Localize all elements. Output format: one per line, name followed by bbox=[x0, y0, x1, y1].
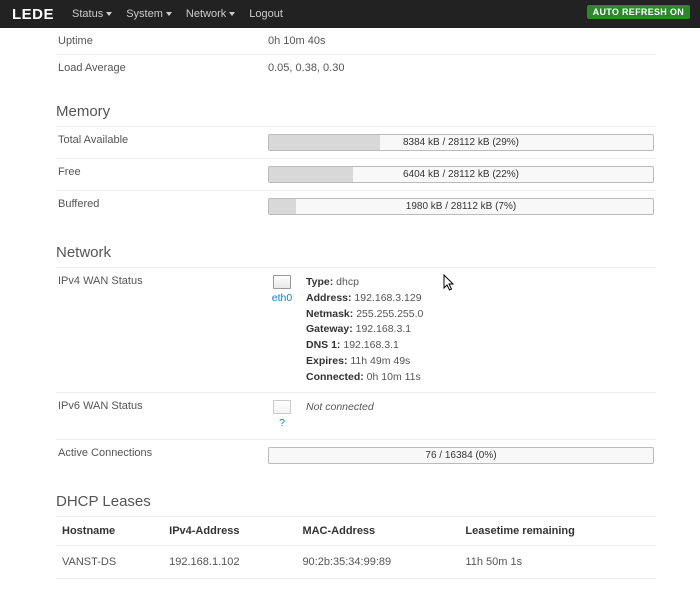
navbar: LEDE Status System Network Logout AUTO R… bbox=[0, 0, 700, 28]
ipv6-wan-label: IPv6 WAN Status bbox=[58, 400, 268, 412]
nav-system-label: System bbox=[126, 8, 163, 20]
nav-network-label: Network bbox=[186, 8, 226, 20]
uptime-value: 0h 10m 40s bbox=[268, 35, 654, 47]
auto-refresh-button[interactable]: AUTO REFRESH ON bbox=[587, 5, 690, 19]
ipv4-details: Type: dhcpAddress: 192.168.3.129Netmask:… bbox=[306, 275, 423, 385]
brand[interactable]: LEDE bbox=[12, 6, 54, 23]
mem-free-label: Free bbox=[58, 166, 268, 178]
chevron-down-icon bbox=[106, 12, 112, 16]
ipv4-detail-line: Netmask: 255.255.255.0 bbox=[306, 307, 423, 323]
nav-status-label: Status bbox=[72, 8, 103, 20]
ipv4-iface: eth0 bbox=[268, 275, 296, 385]
conn-label: Active Connections bbox=[58, 447, 268, 459]
dhcp-th-mac: MAC-Address bbox=[296, 517, 459, 546]
mem-total-label: Total Available bbox=[58, 134, 268, 146]
ipv4-detail-line: Connected: 0h 10m 11s bbox=[306, 370, 423, 386]
dhcp-th-ip: IPv4-Address bbox=[163, 517, 296, 546]
conn-text: 76 / 16384 (0%) bbox=[269, 448, 653, 463]
dhcp-th-lease: Leasetime remaining bbox=[459, 517, 656, 546]
dhcp-th-host: Hostname bbox=[56, 517, 163, 546]
ethernet-icon bbox=[273, 400, 291, 414]
load-label: Load Average bbox=[58, 62, 268, 74]
ipv6-wan-box: ? Not connected bbox=[268, 400, 654, 432]
ipv4-wan-box: eth0 Type: dhcpAddress: 192.168.3.129Net… bbox=[268, 275, 654, 385]
dhcp-cell: 90:2b:35:34:99:89 bbox=[296, 546, 459, 579]
dhcp-cell: VANST-DS bbox=[56, 546, 163, 579]
ipv4-iface-name: eth0 bbox=[272, 292, 292, 304]
dhcp-cell: 11h 50m 1s bbox=[459, 546, 656, 579]
nav-system[interactable]: System bbox=[126, 8, 172, 20]
mem-buffered-text: 1980 kB / 28112 kB (7%) bbox=[269, 199, 653, 214]
ipv6-iface: ? bbox=[268, 400, 296, 432]
memory-heading: Memory bbox=[56, 103, 656, 120]
nav-logout[interactable]: Logout bbox=[249, 8, 283, 20]
nav-network[interactable]: Network bbox=[186, 8, 235, 20]
chevron-down-icon bbox=[166, 12, 172, 16]
mem-free-text: 6404 kB / 28112 kB (22%) bbox=[269, 167, 653, 182]
content: Uptime 0h 10m 40s Load Average 0.05, 0.3… bbox=[0, 28, 700, 609]
ethernet-icon bbox=[273, 275, 291, 289]
dhcp-heading: DHCP Leases bbox=[56, 493, 656, 510]
mem-free-bar: 6404 kB / 28112 kB (22%) bbox=[268, 166, 654, 183]
ipv4-detail-line: Address: 192.168.3.129 bbox=[306, 291, 423, 307]
ipv6-status: Not connected bbox=[306, 400, 374, 432]
ipv6-iface-name: ? bbox=[279, 417, 285, 429]
ipv4-detail-line: DNS 1: 192.168.3.1 bbox=[306, 338, 423, 354]
table-row: VANST-DS192.168.1.10290:2b:35:34:99:8911… bbox=[56, 546, 656, 579]
ipv4-detail-line: Gateway: 192.168.3.1 bbox=[306, 322, 423, 338]
mem-total-text: 8384 kB / 28112 kB (29%) bbox=[269, 135, 653, 150]
load-value: 0.05, 0.38, 0.30 bbox=[268, 62, 654, 74]
network-heading: Network bbox=[56, 244, 656, 261]
nav-logout-label: Logout bbox=[249, 8, 283, 20]
dhcp-table: Hostname IPv4-Address MAC-Address Leaset… bbox=[56, 516, 656, 579]
conn-bar: 76 / 16384 (0%) bbox=[268, 447, 654, 464]
mem-buffered-label: Buffered bbox=[58, 198, 268, 210]
mem-buffered-bar: 1980 kB / 28112 kB (7%) bbox=[268, 198, 654, 215]
mem-total-bar: 8384 kB / 28112 kB (29%) bbox=[268, 134, 654, 151]
ipv4-detail-line: Expires: 11h 49m 49s bbox=[306, 354, 423, 370]
dhcp-cell: 192.168.1.102 bbox=[163, 546, 296, 579]
uptime-label: Uptime bbox=[58, 35, 268, 47]
nav-status[interactable]: Status bbox=[72, 8, 112, 20]
ipv4-wan-label: IPv4 WAN Status bbox=[58, 275, 268, 287]
chevron-down-icon bbox=[229, 12, 235, 16]
ipv4-detail-line: Type: dhcp bbox=[306, 275, 423, 291]
